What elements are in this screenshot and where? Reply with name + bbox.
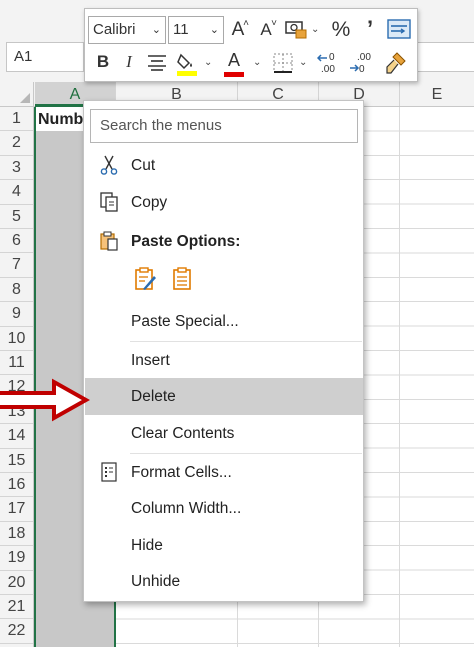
menu-item-label: Format Cells... <box>131 464 232 481</box>
row-header[interactable]: 16 <box>0 473 33 498</box>
font-color-icon: A <box>227 50 240 70</box>
scissors-icon <box>100 155 118 175</box>
search-menus-input[interactable]: Search the menus <box>90 109 358 143</box>
bold-button[interactable]: B <box>93 49 113 75</box>
menu-item-label: Delete <box>131 388 176 405</box>
menu-item-insert[interactable]: Insert <box>85 342 363 379</box>
row-header[interactable]: 22 <box>0 619 33 644</box>
format-painter-button[interactable] <box>383 51 409 77</box>
menu-item-column-width[interactable]: Column Width... <box>85 490 363 527</box>
menu-item-label: Copy <box>131 194 168 211</box>
menu-item-copy[interactable]: Copy <box>85 184 363 221</box>
row-header[interactable]: 7 <box>0 253 33 278</box>
annotation-arrow-icon <box>0 378 90 422</box>
row-header[interactable]: 17 <box>0 497 33 522</box>
row-header[interactable]: 10 <box>0 327 33 351</box>
row-header[interactable]: 20 <box>0 571 33 595</box>
font-size-combo[interactable]: 11 ⌄ <box>168 16 224 44</box>
mini-toolbar: Calibri ⌄ 11 ⌄ A ˄ A ˅ ⌄ % ’ B I ⌄ A ⌄ ⌄… <box>84 8 418 82</box>
percent-style-button[interactable]: % <box>329 17 353 43</box>
copy-icon <box>100 192 118 212</box>
paste-icon[interactable] <box>171 267 193 291</box>
font-color-button[interactable]: A <box>223 47 245 77</box>
accounting-number-icon <box>285 21 307 39</box>
chevron-down-icon[interactable]: ⌄ <box>299 57 307 68</box>
menu-item-clear-contents[interactable]: Clear Contents <box>85 415 363 452</box>
align-center-button[interactable] <box>145 53 169 73</box>
wrap-text-button[interactable] <box>387 18 411 42</box>
menu-item-label: Clear Contents <box>131 425 235 442</box>
increase-decimal-button[interactable]: 0 .00 <box>316 50 345 76</box>
menu-item-format-cells[interactable]: Format Cells... <box>85 454 363 491</box>
row-header[interactable]: 21 <box>0 595 33 620</box>
menu-item-paste-options: Paste Options: <box>85 223 363 260</box>
name-box[interactable]: A1 <box>6 42 84 72</box>
menu-item-label: Paste Special... <box>131 313 239 330</box>
borders-icon <box>273 53 293 73</box>
chevron-down-icon: ⌄ <box>209 24 219 36</box>
row-headers: 1 2 3 4 5 6 7 8 9 10 11 12 13 14 15 16 17 18 19 20 21 22 <box>0 107 34 647</box>
menu-item-delete[interactable]: Delete <box>85 378 363 415</box>
accounting-format-button[interactable] <box>283 18 309 42</box>
row-header[interactable]: 11 <box>0 351 33 376</box>
row-header[interactable]: 2 <box>0 131 33 156</box>
fill-color-button[interactable] <box>175 51 199 77</box>
svg-text:0: 0 <box>329 52 335 63</box>
comma-style-button[interactable]: ’ <box>361 16 379 42</box>
wrap-text-icon <box>387 19 411 39</box>
row-header[interactable]: 19 <box>0 546 33 571</box>
row-header[interactable]: 9 <box>0 302 33 327</box>
decrease-font-size-button[interactable]: A ˅ <box>255 17 277 43</box>
borders-button[interactable] <box>271 52 295 74</box>
menu-item-label: Cut <box>131 157 156 174</box>
increase-decimal-icon: 0 .00 <box>316 52 335 75</box>
menu-item-label: Insert <box>131 352 170 369</box>
font-name-combo[interactable]: Calibri ⌄ <box>88 16 166 44</box>
italic-button[interactable]: I <box>119 49 139 75</box>
svg-text:.00: .00 <box>321 64 335 75</box>
svg-text:.00: .00 <box>357 52 371 63</box>
decrease-font-icon: A <box>260 20 272 39</box>
row-header[interactable]: 1 <box>0 107 33 132</box>
font-color-swatch <box>224 72 244 77</box>
chevron-down-icon[interactable]: ⌄ <box>311 24 319 35</box>
increase-font-size-button[interactable]: A ˄ <box>227 17 249 43</box>
font-size-value: 11 <box>173 21 189 38</box>
clipboard-icon <box>100 231 118 251</box>
decrease-decimal-button[interactable]: .00 0 <box>349 50 377 76</box>
context-menu: Search the menus Cut Copy Paste Options: <box>83 100 364 602</box>
menu-item-hide[interactable]: Hide <box>85 527 363 564</box>
chevron-down-icon: ⌄ <box>151 24 161 36</box>
menu-item-label: Unhide <box>131 573 181 590</box>
menu-item-paste-special[interactable]: Paste Special... <box>85 303 363 340</box>
chevron-down-icon[interactable]: ⌄ <box>204 57 212 68</box>
chevron-down-icon[interactable]: ⌄ <box>253 57 261 68</box>
select-all-corner[interactable] <box>0 82 34 106</box>
menu-item-label: Column Width... <box>131 500 242 517</box>
row-header[interactable]: 6 <box>0 229 33 254</box>
format-cells-icon <box>101 462 117 482</box>
svg-text:0: 0 <box>359 64 365 75</box>
format-painter-icon <box>386 52 406 74</box>
row-header[interactable]: 3 <box>0 156 33 181</box>
row-header[interactable]: 5 <box>0 205 33 229</box>
row-header[interactable]: 4 <box>0 180 33 205</box>
column-header-e[interactable]: E <box>400 82 474 106</box>
menu-item-cut[interactable]: Cut <box>85 147 363 184</box>
fill-bucket-icon <box>177 53 197 76</box>
menu-item-label: Hide <box>131 537 163 554</box>
menu-item-label: Paste Options: <box>131 233 241 250</box>
decrease-decimal-icon: .00 0 <box>350 52 371 75</box>
row-header[interactable]: 8 <box>0 278 33 303</box>
row-header[interactable]: 18 <box>0 522 33 547</box>
menu-item-unhide[interactable]: Unhide <box>85 563 363 600</box>
row-header[interactable]: 14 <box>0 424 33 449</box>
align-center-icon <box>148 55 166 71</box>
font-name-value: Calibri <box>93 21 136 38</box>
row-header[interactable]: 15 <box>0 449 33 473</box>
paste-formatting-icon[interactable] <box>134 267 156 291</box>
